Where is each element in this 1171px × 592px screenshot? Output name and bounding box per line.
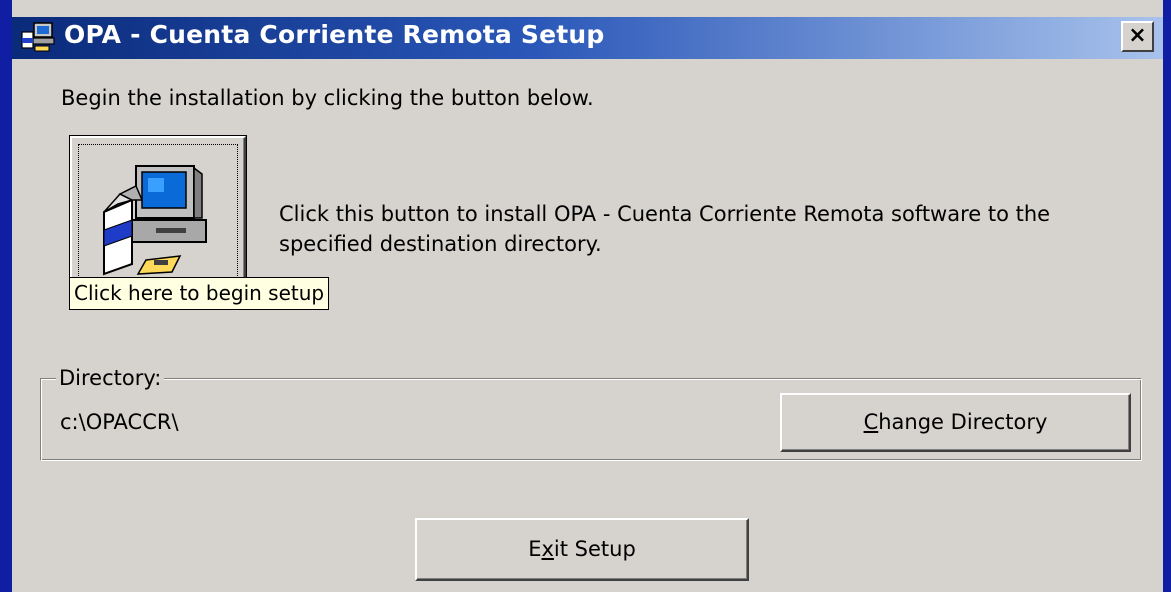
setup-description-line1: Click this button to install OPA - Cuent… xyxy=(279,202,1051,226)
exit-setup-button[interactable]: Exit Setup xyxy=(415,518,749,581)
setup-app-icon xyxy=(21,22,55,52)
change-directory-mnemonic: C xyxy=(863,410,879,434)
setup-tooltip: Click here to begin setup xyxy=(69,277,330,310)
change-directory-label-post: hange Directory xyxy=(878,410,1048,434)
exit-setup-mnemonic: x xyxy=(541,537,554,561)
intro-text: Begin the installation by clicking the b… xyxy=(61,86,594,110)
begin-setup-button[interactable] xyxy=(70,136,246,288)
exit-setup-label-post: it Setup xyxy=(553,537,636,561)
setup-description-line2: specified destination directory. xyxy=(279,232,602,256)
window-title: OPA - Cuenta Corriente Remota Setup xyxy=(64,20,605,49)
directory-group-label: Directory: xyxy=(56,366,165,390)
directory-path: c:\OPACCR\ xyxy=(60,410,179,434)
computer-setup-icon xyxy=(103,165,207,276)
close-button[interactable]: × xyxy=(1121,21,1154,52)
exit-setup-label-pre: E xyxy=(528,537,542,561)
change-directory-button[interactable]: Change Directory xyxy=(780,393,1131,452)
close-icon: × xyxy=(1128,23,1147,48)
